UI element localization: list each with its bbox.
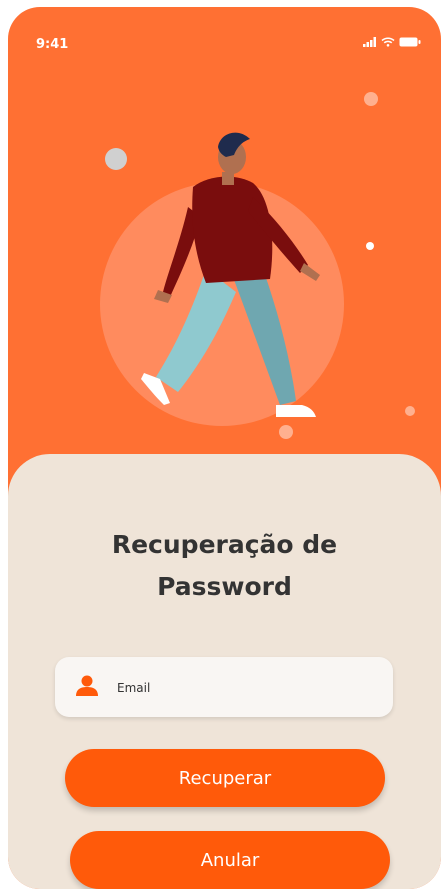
title-line-1: Recuperação de — [111, 530, 338, 559]
phone-screen: 9:41 Recuperação de Password Email Recup… — [8, 7, 441, 889]
decor-dot-gray — [105, 148, 127, 170]
cancel-button[interactable]: Anular — [70, 831, 390, 889]
wifi-icon — [381, 37, 395, 47]
decor-dot-bottom — [279, 425, 293, 439]
recover-sheet: Recuperação de Password Recuperar Anular — [8, 454, 441, 889]
decor-dot-white — [366, 242, 374, 250]
status-bar: 9:41 — [8, 7, 441, 67]
decor-dot-top — [364, 92, 378, 106]
user-icon — [75, 674, 99, 698]
recover-button[interactable]: Recuperar — [65, 749, 385, 807]
page-title: Recuperação de Password — [8, 524, 441, 608]
status-time: 9:41 — [36, 37, 69, 52]
signal-icon — [363, 37, 376, 47]
hero-illustration — [100, 92, 415, 439]
decor-dot-right — [405, 406, 415, 416]
title-line-2: Password — [157, 572, 292, 601]
status-icons — [363, 37, 421, 47]
email-field[interactable] — [55, 657, 393, 719]
email-input[interactable] — [115, 657, 379, 719]
battery-icon — [399, 37, 421, 47]
